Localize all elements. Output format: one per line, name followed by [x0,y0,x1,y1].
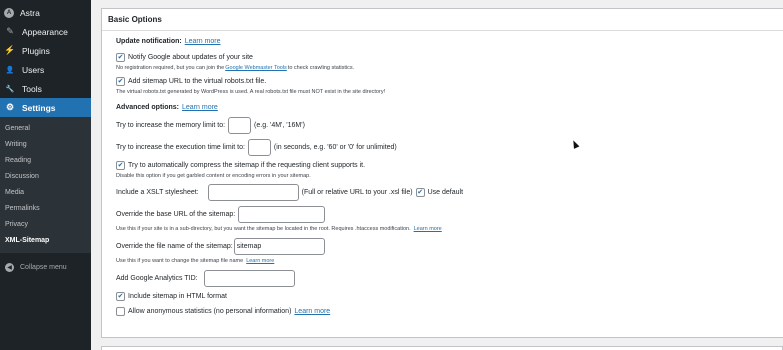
add-sitemap-url-label: Add sitemap URL to the virtual robots.tx… [128,78,267,85]
base-url-learn-more[interactable]: Learn more [414,226,442,232]
settings-icon: ⚙ [5,102,15,112]
memory-limit-label: Try to increase the memory limit to: [116,122,226,129]
collapse-menu-label: Collapse menu [20,263,67,271]
submenu-xml-sitemap[interactable]: XML-Sitemap [0,233,91,249]
webmaster-tools-link[interactable]: Google Webmaster Tools [225,65,287,71]
anon-stats-label: Allow anonymous statistics (no personal … [128,308,292,315]
settings-submenu: General Writing Reading Discussion Media… [0,117,91,253]
file-name-label: Override the file name of the sitemap: [116,243,233,250]
plug-icon: ⚡ [4,45,16,55]
base-url-help: Use this if your site is in a sub-direct… [116,226,442,232]
execution-time-label: Try to increase the execution time limit… [116,144,245,151]
menu-users[interactable]: 👤 Users [0,60,91,79]
file-name-input[interactable]: sitemap [233,238,325,255]
compress-checkbox[interactable]: ✔ [116,161,125,170]
memory-limit-input[interactable] [228,117,252,134]
menu-settings[interactable]: ⚙ Settings [0,98,91,117]
notify-google-row: ✔ Notify Google about updates of your si… [116,53,253,62]
paintbrush-icon: ✎ [6,26,14,36]
xslt-row: Include a XSLT stylesheet: (Full or rela… [116,184,463,201]
base-url-label: Override the base URL of the sitemap: [116,211,236,218]
notify-google-help-suffix: to check crawling statistics. [287,65,355,71]
submenu-privacy[interactable]: Privacy [0,217,91,233]
html-format-label: Include sitemap in HTML format [128,293,227,300]
xslt-label: Include a XSLT stylesheet: [116,189,199,196]
notify-google-checkbox[interactable]: ✔ [116,53,125,62]
menu-plugins-label: Plugins [22,45,50,56]
execution-time-hint: (in seconds, e.g. '60' or '0' for unlimi… [273,144,397,151]
advanced-options-label: Advanced options: [116,104,180,111]
update-notification-heading: Update notification: Learn more [116,38,221,45]
compress-row: ✔ Try to automatically compress the site… [116,161,365,170]
menu-appearance-label: Appearance [22,26,68,37]
file-name-help-text: Use this if you want to change the sitem… [116,258,244,264]
update-notification-learn-more[interactable]: Learn more [185,38,221,45]
submenu-media[interactable]: Media [0,185,91,201]
execution-time-row: Try to increase the execution time limit… [116,139,397,156]
menu-tools-label: Tools [22,83,42,94]
menu-plugins[interactable]: ⚡ Plugins [0,41,91,60]
ga-tid-input[interactable] [203,270,295,287]
use-default-label: Use default [427,189,464,196]
user-icon: 👤 [5,66,15,74]
basic-options-panel: Basic Options Update notification: Learn… [101,8,783,338]
advanced-options-heading: Advanced options: Learn more [116,104,218,111]
anon-stats-row: Allow anonymous statistics (no personal … [116,307,330,316]
admin-sidebar: A Astra ✎ Appearance ⚡ Plugins 👤 Users 🔧… [0,0,91,350]
submenu-discussion[interactable]: Discussion [0,169,91,185]
base-url-input[interactable] [238,206,326,223]
collapse-icon: ◀ [5,262,14,272]
compress-label: Try to automatically compress the sitema… [128,162,366,169]
notify-google-help-text: No registration required, but you can jo… [116,65,225,71]
submenu-writing[interactable]: Writing [0,137,91,153]
memory-limit-hint: (e.g. '4M', '16M') [254,122,305,129]
base-url-help-text: Use this if your site is in a sub-direct… [116,226,411,232]
file-name-row: Override the file name of the sitemap: s… [116,238,328,255]
collapse-menu[interactable]: ◀ Collapse menu [0,257,91,277]
wrench-icon: 🔧 [5,85,15,93]
menu-settings-label: Settings [22,102,56,113]
xslt-input[interactable] [207,184,299,201]
execution-time-input[interactable] [247,139,271,156]
add-sitemap-url-checkbox[interactable]: ✔ [116,77,125,86]
next-panel [101,346,783,350]
xslt-hint: (Full or relative URL to your .xsl file) [301,189,413,196]
menu-users-label: Users [22,64,45,75]
anon-stats-checkbox[interactable] [116,307,125,316]
menu-appearance[interactable]: ✎ Appearance [0,22,91,41]
add-sitemap-url-row: ✔ Add sitemap URL to the virtual robots.… [116,77,266,86]
submenu-permalinks[interactable]: Permalinks [0,201,91,217]
astra-icon: A [4,7,14,18]
submenu-reading[interactable]: Reading [0,153,91,169]
use-default-checkbox[interactable]: ✔ [415,188,425,197]
html-format-checkbox[interactable]: ✔ [116,292,125,301]
file-name-help: Use this if you want to change the sitem… [116,258,274,264]
menu-tools[interactable]: 🔧 Tools [0,79,91,98]
memory-limit-row: Try to increase the memory limit to: (e.… [116,117,305,134]
update-notification-label: Update notification: [116,38,182,45]
anon-stats-learn-more[interactable]: Learn more [294,308,330,315]
base-url-row: Override the base URL of the sitemap: [116,206,328,223]
advanced-options-learn-more[interactable]: Learn more [182,104,218,111]
menu-astra-label: Astra [20,7,40,18]
submenu-general[interactable]: General [0,121,91,137]
notify-google-label: Notify Google about updates of your site [128,54,253,61]
html-format-row: ✔ Include sitemap in HTML format [116,292,227,301]
panel-content: Update notification: Learn more ✔ Notify… [102,9,783,337]
ga-tid-label: Add Google Analytics TID: [116,275,198,282]
add-sitemap-url-help: The virtual robots.txt generated by Word… [116,89,386,95]
notify-google-help: No registration required, but you can jo… [116,65,354,71]
file-name-learn-more[interactable]: Learn more [246,258,274,264]
ga-tid-row: Add Google Analytics TID: [116,270,298,287]
compress-help: Disable this option if you get garbled c… [116,173,311,179]
menu-astra[interactable]: A Astra [0,3,91,22]
